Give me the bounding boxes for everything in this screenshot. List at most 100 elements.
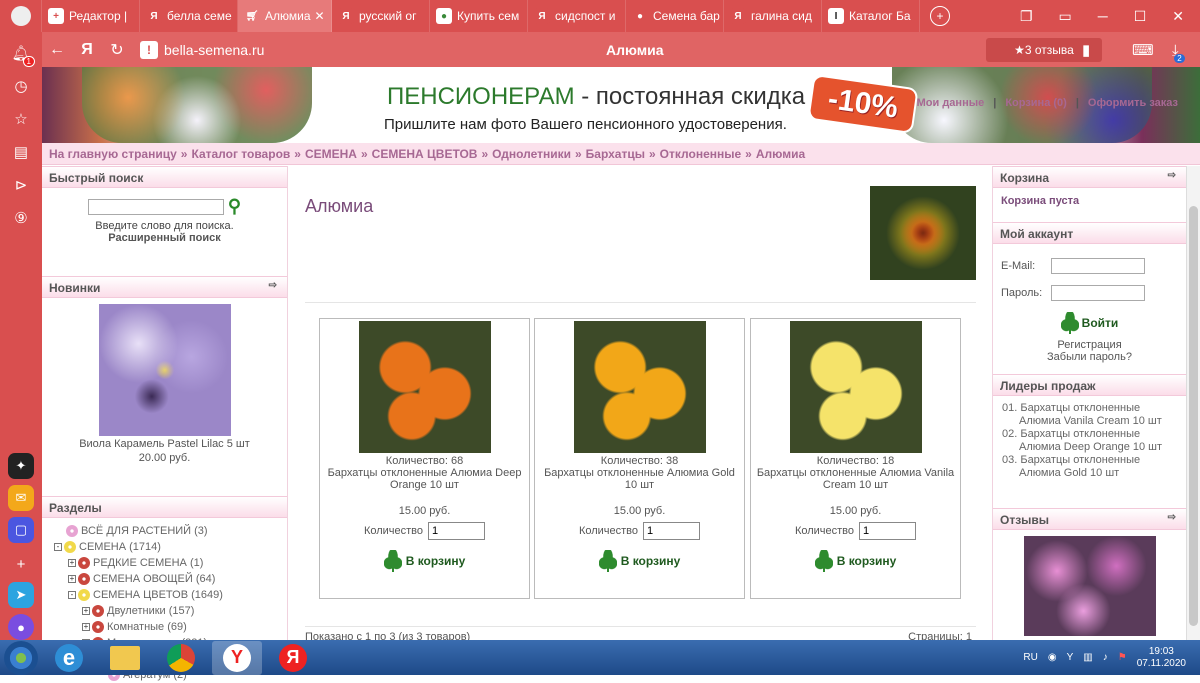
alice-assistant-icon[interactable]: ● [8, 614, 34, 640]
tab-close-icon[interactable]: ✕ [315, 9, 325, 23]
product-name[interactable]: Бархатцы отклоненные Алюмиа Gold 10 шт [535, 467, 744, 491]
close-icon[interactable]: ✕ [1172, 8, 1184, 25]
minimize-icon[interactable]: ─ [1098, 8, 1108, 25]
tab-9[interactable]: I Каталог Ба [822, 0, 920, 32]
category-item[interactable]: + РЕДКИЕ СЕМЕНА (1) [54, 555, 287, 571]
taskbar-ie[interactable]: e [44, 641, 94, 675]
translate-icon[interactable]: ⌨ [1132, 41, 1154, 59]
quantity-input[interactable] [643, 522, 701, 540]
network-icon[interactable]: ▥ [1083, 652, 1092, 663]
tab-2[interactable]: Ябелла семе [140, 0, 238, 32]
expand-icon[interactable]: + [82, 623, 90, 632]
login-button[interactable]: Войти [1001, 312, 1178, 334]
add-to-cart-button[interactable]: В корзину [751, 550, 960, 572]
new-items-header[interactable]: Новинки ⇨ [42, 276, 287, 298]
media-icon[interactable]: ⊳ [9, 173, 33, 197]
url-field[interactable]: ! bella-semena.ru [140, 41, 264, 59]
cart-header[interactable]: Корзина ⇨ [993, 166, 1186, 188]
tab-7[interactable]: ● Семена бар [626, 0, 724, 32]
breadcrumb-link[interactable]: На главную страницу [49, 147, 177, 161]
product-image[interactable] [789, 321, 922, 453]
category-item[interactable]: - СЕМЕНА ЦВЕТОВ (1649) [54, 587, 287, 603]
breadcrumb-link[interactable]: СЕМЕНА ЦВЕТОВ [372, 147, 478, 161]
category-label[interactable]: СЕМЕНА ЦВЕТОВ (1649) [93, 589, 223, 601]
volume-icon[interactable]: ♪ [1103, 652, 1108, 663]
send-icon[interactable]: ➤ [8, 582, 34, 608]
email-field[interactable] [1051, 257, 1145, 274]
category-label[interactable]: Двулетники (157) [107, 605, 194, 617]
arrow-right-icon[interactable]: ⇨ [1168, 512, 1176, 523]
add-to-cart-button[interactable]: В корзину [535, 550, 744, 572]
scrollbar-thumb[interactable] [1189, 206, 1198, 626]
taskbar-explorer[interactable] [100, 641, 150, 675]
bestseller-item[interactable]: 03. Бархатцы отклоненные Алюмиа Gold 10 … [1002, 454, 1177, 479]
discord-icon[interactable]: ◉ [1048, 652, 1057, 663]
tab-4[interactable]: Ярусский ог [332, 0, 430, 32]
product-name[interactable]: Бархатцы отклоненные Алюмиа Vanila Cream… [751, 467, 960, 491]
product-image[interactable] [358, 321, 491, 453]
reader-icon[interactable]: ▤ [9, 140, 33, 164]
tab-3[interactable]: 🛒︎ Алюмиа ✕ [238, 0, 332, 32]
history-icon[interactable]: ◷ [9, 74, 33, 98]
arrow-right-icon[interactable]: ⇨ [1168, 170, 1176, 181]
category-item[interactable]: ВСЁ ДЛЯ РАСТЕНИЙ (3) [54, 523, 287, 539]
add-to-cart-button[interactable]: В корзину [320, 550, 529, 572]
breadcrumb-link[interactable]: СЕМЕНА [305, 147, 357, 161]
arrow-right-icon[interactable]: ⇨ [269, 280, 277, 291]
reload-icon[interactable]: ↻ [102, 40, 132, 60]
taskbar-chrome[interactable] [156, 641, 206, 675]
bookmarks-icon[interactable]: ▭ [1059, 8, 1072, 25]
viola-image[interactable] [98, 304, 231, 436]
new-tab-button[interactable]: + [920, 0, 960, 32]
add-app-icon[interactable]: + [9, 552, 33, 576]
category-item[interactable]: + Комнатные (69) [54, 619, 287, 635]
tab-6[interactable]: Ясидспост и [528, 0, 626, 32]
browser-menu-button[interactable] [0, 0, 42, 32]
product-name[interactable]: Бархатцы отклоненные Алюмиа Deep Orange … [320, 467, 529, 491]
search-input[interactable] [87, 198, 224, 215]
alice-icon[interactable]: ✦ [8, 453, 34, 479]
yandex-tray-icon[interactable]: Y [1067, 652, 1074, 663]
category-label[interactable]: Комнатные (69) [107, 621, 187, 633]
warning-icon[interactable]: ! [140, 41, 158, 59]
category-item[interactable]: - СЕМЕНА (1714) [54, 539, 287, 555]
product-image[interactable] [573, 321, 706, 453]
clock[interactable]: 19:03 07.11.2020 [1137, 646, 1186, 670]
bestseller-item[interactable]: 02. Бархатцы отклоненные Алюмиа Deep Ora… [1002, 428, 1177, 453]
category-label[interactable]: РЕДКИЕ СЕМЕНА (1) [93, 557, 203, 569]
breadcrumb-link[interactable]: Однолетники [492, 147, 571, 161]
mail-icon[interactable]: ✉ [8, 485, 34, 511]
messenger-icon[interactable]: ▢ [8, 517, 34, 543]
category-item[interactable]: + Двулетники (157) [54, 603, 287, 619]
bookmarks-star-icon[interactable]: ☆ [9, 107, 33, 131]
app-nine-icon[interactable]: ⑨ [9, 206, 33, 230]
start-button[interactable] [4, 640, 38, 675]
password-field[interactable] [1051, 284, 1145, 301]
page-scrollbar[interactable] [1186, 166, 1200, 640]
notifications-icon[interactable]: 🔔︎ 1 [9, 41, 35, 67]
new-item-product[interactable]: Виола Карамель Pastel Lilac 5 шт 20.00 р… [42, 298, 287, 496]
tabs-overview-icon[interactable]: ❐ [1020, 8, 1033, 25]
tab-5[interactable]: ● Купить сем [430, 0, 528, 32]
tab-8[interactable]: Ягалина сид [724, 0, 822, 32]
category-item[interactable]: + СЕМЕНА ОВОЩЕЙ (64) [54, 571, 287, 587]
advanced-search-link[interactable]: Расширенный поиск [42, 232, 287, 244]
yandex-home-icon[interactable]: Я [72, 41, 102, 59]
breadcrumb-link[interactable]: Алюмиа [756, 147, 805, 161]
petunia-image[interactable] [1023, 536, 1156, 636]
bookmark-add-icon[interactable]: ▮ [1082, 41, 1090, 59]
breadcrumb-link[interactable]: Бархатцы [586, 147, 645, 161]
category-label[interactable]: СЕМЕНА ОВОЩЕЙ (64) [93, 573, 215, 585]
download-icon[interactable]: ⤓ 2 [1172, 42, 1185, 63]
quantity-input[interactable] [428, 522, 486, 540]
breadcrumb-link[interactable]: Каталог товаров [191, 147, 290, 161]
back-arrow-icon[interactable]: ← [42, 41, 72, 59]
collapse-icon[interactable]: - [68, 591, 76, 600]
category-label[interactable]: СЕМЕНА (1714) [79, 541, 161, 553]
language-indicator[interactable]: RU [1023, 652, 1037, 663]
expand-icon[interactable]: + [68, 559, 76, 568]
category-label[interactable]: ВСЁ ДЛЯ РАСТЕНИЙ (3) [81, 525, 208, 537]
forgot-password-link[interactable]: Забыли пароль? [1001, 351, 1178, 363]
expand-icon[interactable]: + [68, 575, 76, 584]
new-item-name[interactable]: Виола Карамель Pastel Lilac 5 шт [42, 438, 287, 450]
